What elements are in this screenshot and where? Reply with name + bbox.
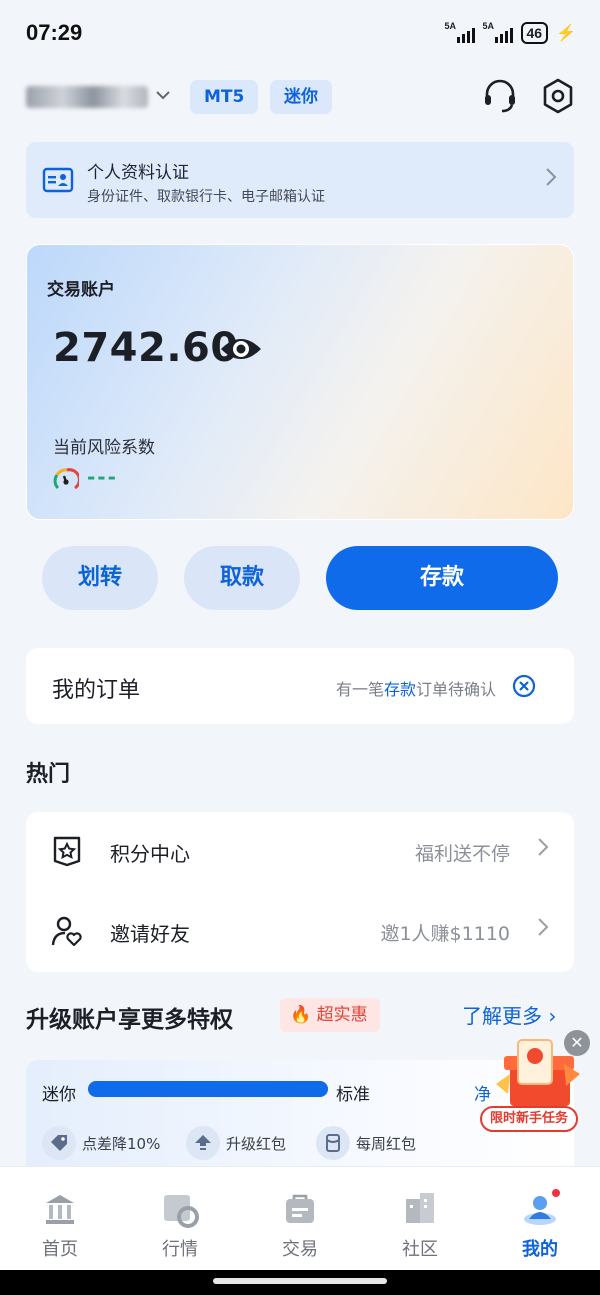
signal-label: 5A [444, 21, 457, 31]
user-heart-icon [50, 914, 84, 948]
chevron-right-icon [536, 916, 550, 944]
status-time: 07:29 [26, 20, 83, 45]
value-badge: 🔥 超实惠 [280, 998, 380, 1032]
hot-item-invite-friends[interactable]: 邀请好友 邀1人赚$1110 [26, 892, 574, 972]
perk-upgrade-packet: 升级红包 [186, 1126, 286, 1160]
hot-item-points-center[interactable]: 积分中心 福利送不停 [26, 812, 574, 892]
tab-label: 社区 [402, 1239, 438, 1260]
notification-dot [550, 1187, 562, 1199]
charging-icon: ⚡ [556, 25, 576, 42]
gear-icon[interactable] [538, 76, 578, 116]
hot-item-label: 邀请好友 [110, 922, 190, 946]
hot-section-title: 热门 [26, 762, 71, 787]
home-gesture-handle[interactable] [213, 1278, 387, 1284]
my-orders-card[interactable]: 我的订单 有一笔存款订单待确认 [26, 648, 574, 724]
signal-icon: 5A [444, 21, 475, 43]
perk-label: 升级红包 [226, 1134, 287, 1153]
level-from: 迷你 [42, 1085, 76, 1105]
battery-icon: 46 [520, 22, 549, 44]
chart-icon [160, 1189, 200, 1229]
tab-label: 行情 [162, 1239, 198, 1260]
tab-trade[interactable]: 交易 [240, 1189, 360, 1261]
perk-spread-discount: 点差降10% [42, 1126, 160, 1160]
trading-account-card: 交易账户 2742.60 当前风险系数 --- [26, 244, 574, 520]
chevron-down-icon[interactable] [154, 86, 172, 109]
profile-icon [520, 1187, 562, 1229]
risk-label: 当前风险系数 [53, 438, 155, 458]
promo-label: 限时新手任务 [480, 1106, 579, 1132]
trading-account-label: 交易账户 [47, 280, 115, 300]
signal-icon: 5A [482, 21, 513, 43]
risk-value: --- [87, 465, 118, 489]
tab-market[interactable]: 行情 [120, 1189, 240, 1261]
learn-more-link[interactable]: 了解更多 › [462, 1000, 556, 1029]
profile-verification-card[interactable]: 个人资料认证 身份证件、取款银行卡、电子邮箱认证 [26, 142, 574, 218]
buildings-icon [400, 1189, 440, 1229]
verify-title: 个人资料认证 [87, 163, 189, 183]
chevron-right-icon: › [542, 1004, 557, 1028]
transfer-button[interactable]: 划转 [42, 546, 158, 610]
orders-pending-note: 有一笔存款订单待确认 [336, 676, 496, 700]
perk-label: 点差降10% [82, 1134, 161, 1153]
tab-home[interactable]: 首页 [0, 1189, 120, 1261]
chevron-right-icon [536, 836, 550, 864]
perk-weekly-packet: 每周红包 [316, 1126, 416, 1160]
account-header: MT5 迷你 [0, 76, 600, 120]
system-nav-bar [0, 1270, 600, 1295]
chevron-right-icon [544, 166, 558, 194]
tab-label: 交易 [282, 1239, 318, 1260]
value-badge-label: 超实惠 [316, 1005, 368, 1025]
level-progress-bar [88, 1081, 328, 1097]
level-to: 标准 [336, 1085, 370, 1105]
close-icon[interactable]: ✕ [564, 1030, 590, 1056]
level-progress-fill [88, 1081, 328, 1097]
upgrade-section-title: 升级账户享更多特权 [26, 1007, 233, 1033]
status-bar: 07:29 5A 5A 46 ⚡ [0, 0, 600, 64]
risk-gauge-icon [53, 467, 81, 493]
newbie-task-promo[interactable]: ✕ 限时新手任务 [476, 1030, 590, 1138]
orders-note-prefix: 有一笔 [335, 680, 384, 699]
hot-item-value: 邀1人赚$1110 [380, 923, 510, 945]
hot-item-value: 福利送不停 [414, 843, 510, 865]
status-indicators: 5A 5A 46 ⚡ [444, 21, 576, 44]
eye-icon[interactable] [219, 331, 263, 367]
platform-tag: MT5 [190, 80, 259, 114]
deposit-button[interactable]: 存款 [326, 546, 558, 610]
star-badge-icon [50, 834, 84, 868]
bank-icon [40, 1189, 80, 1229]
tab-me[interactable]: 我的 [480, 1187, 600, 1261]
hot-item-label: 积分中心 [110, 842, 190, 866]
tag-icon [42, 1126, 76, 1160]
briefcase-icon [280, 1189, 320, 1229]
tab-label: 首页 [42, 1239, 78, 1260]
account-balance: 2742.60 [53, 325, 239, 371]
account-id-masked[interactable] [26, 86, 148, 108]
close-circle-icon[interactable] [512, 674, 536, 698]
account-type-tag: 迷你 [270, 80, 332, 114]
tab-label: 我的 [522, 1239, 558, 1260]
upgrade-arrow-icon [186, 1126, 220, 1160]
learn-more-label: 了解更多 [462, 1004, 542, 1028]
tab-community[interactable]: 社区 [360, 1189, 480, 1261]
orders-note-highlight: 存款 [383, 680, 416, 699]
orders-note-suffix: 订单待确认 [415, 680, 496, 699]
fire-icon: 🔥 [290, 1005, 312, 1025]
verify-subtitle: 身份证件、取款银行卡、电子邮箱认证 [87, 189, 325, 205]
perk-label: 每周红包 [356, 1134, 417, 1153]
id-card-icon [42, 166, 74, 194]
hot-list: 积分中心 福利送不停 邀请好友 邀1人赚$1110 [26, 812, 574, 972]
signal-label: 5A [482, 21, 495, 31]
withdraw-button[interactable]: 取款 [184, 546, 300, 610]
headset-icon[interactable] [480, 76, 520, 116]
orders-title: 我的订单 [52, 678, 141, 703]
red-packet-icon [316, 1126, 350, 1160]
bottom-tab-bar: 首页 行情 交易 社区 我的 [0, 1166, 600, 1270]
